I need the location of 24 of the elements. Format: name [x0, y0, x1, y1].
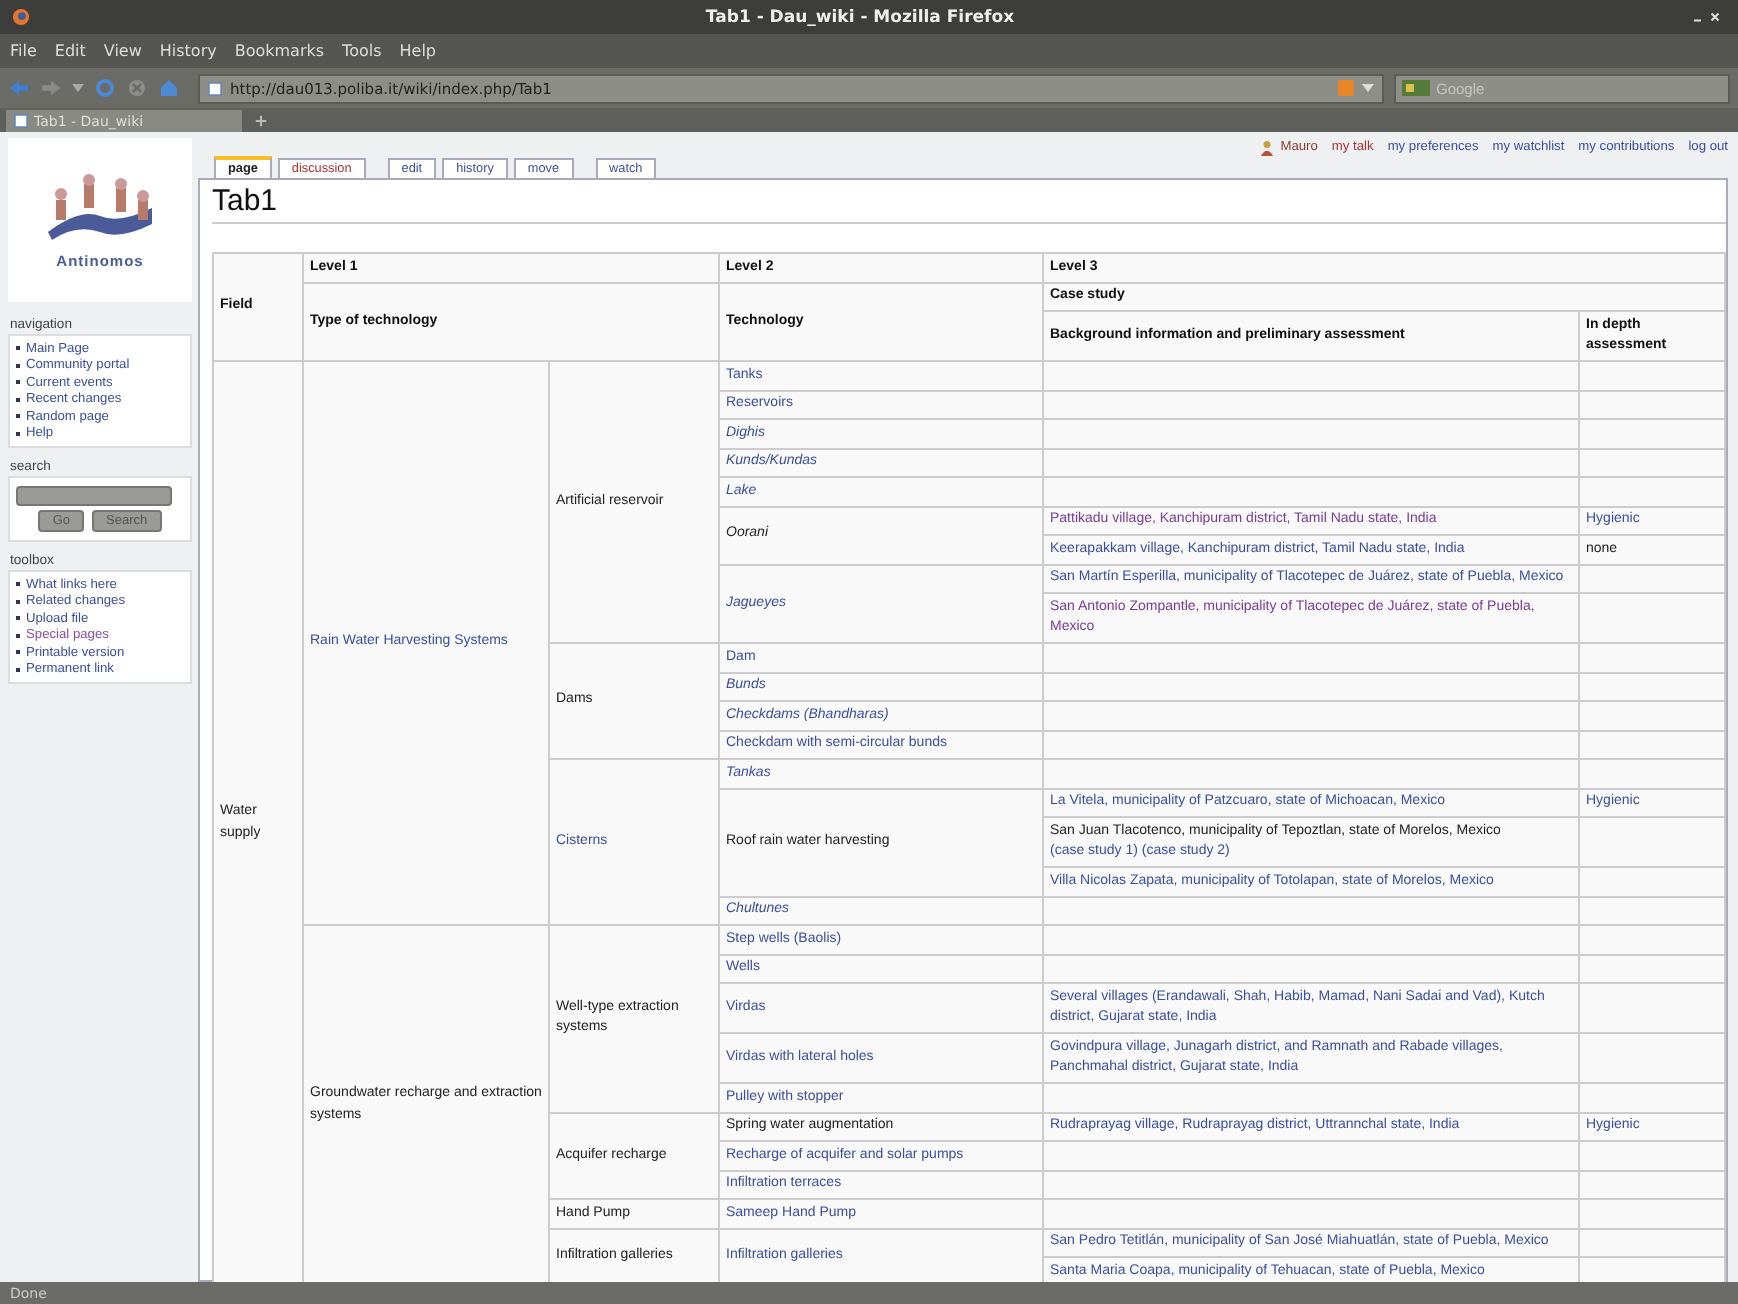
- user-icon: [1260, 139, 1275, 155]
- reload-icon[interactable]: [94, 78, 116, 98]
- search-input[interactable]: [16, 486, 172, 506]
- menu-item[interactable]: Edit: [54, 42, 86, 60]
- dropdown-icon[interactable]: [1362, 82, 1374, 94]
- feed-icon[interactable]: [1338, 80, 1354, 96]
- menu-item[interactable]: History: [159, 42, 217, 60]
- back-icon[interactable]: [8, 78, 30, 98]
- browser-icon: [12, 8, 30, 26]
- menu-item[interactable]: File: [10, 42, 37, 60]
- page-title: Tab1: [212, 184, 1726, 224]
- menu-item[interactable]: Tools: [342, 42, 382, 60]
- menu-item[interactable]: Bookmarks: [234, 42, 325, 60]
- home-icon[interactable]: [158, 78, 180, 98]
- window-title: Tab1 - Dau_wiki - Mozilla Firefox: [703, 7, 1017, 27]
- new-tab-icon[interactable]: [254, 114, 268, 128]
- page-icon: [208, 81, 222, 95]
- menu-item[interactable]: View: [103, 42, 142, 60]
- search-engine-icon[interactable]: [1402, 80, 1430, 96]
- stop-icon[interactable]: [126, 78, 148, 98]
- dropdown-icon[interactable]: [72, 82, 84, 94]
- page-icon: [14, 114, 28, 128]
- menu-item[interactable]: Help: [399, 42, 437, 60]
- forward-icon[interactable]: [40, 78, 62, 98]
